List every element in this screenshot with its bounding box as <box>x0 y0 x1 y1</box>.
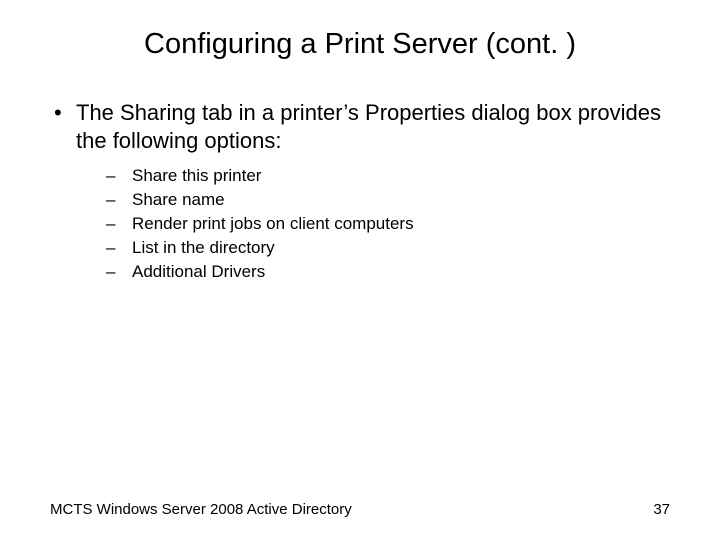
sub-item-text: Share this printer <box>132 165 261 187</box>
dash-icon: – <box>106 261 132 283</box>
slide-title: Configuring a Print Server (cont. ) <box>50 28 670 61</box>
main-bullet-text: The Sharing tab in a printer’s Propertie… <box>76 99 670 155</box>
list-item: – Render print jobs on client computers <box>106 213 670 235</box>
dash-icon: – <box>106 237 132 259</box>
dash-icon: – <box>106 189 132 211</box>
sub-item-text: List in the directory <box>132 237 275 259</box>
slide-footer: MCTS Windows Server 2008 Active Director… <box>50 501 670 518</box>
dash-icon: – <box>106 165 132 187</box>
sub-item-text: Additional Drivers <box>132 261 265 283</box>
list-item: – List in the directory <box>106 237 670 259</box>
sub-list: – Share this printer – Share name – Rend… <box>106 165 670 283</box>
sub-item-text: Share name <box>132 189 225 211</box>
list-item: – Share this printer <box>106 165 670 187</box>
slide-number: 37 <box>653 501 670 518</box>
sub-item-text: Render print jobs on client computers <box>132 213 414 235</box>
list-item: – Additional Drivers <box>106 261 670 283</box>
footer-source: MCTS Windows Server 2008 Active Director… <box>50 501 352 518</box>
list-item: – Share name <box>106 189 670 211</box>
bullet-icon: • <box>54 99 76 127</box>
dash-icon: – <box>106 213 132 235</box>
main-bullet: • The Sharing tab in a printer’s Propert… <box>54 99 670 155</box>
